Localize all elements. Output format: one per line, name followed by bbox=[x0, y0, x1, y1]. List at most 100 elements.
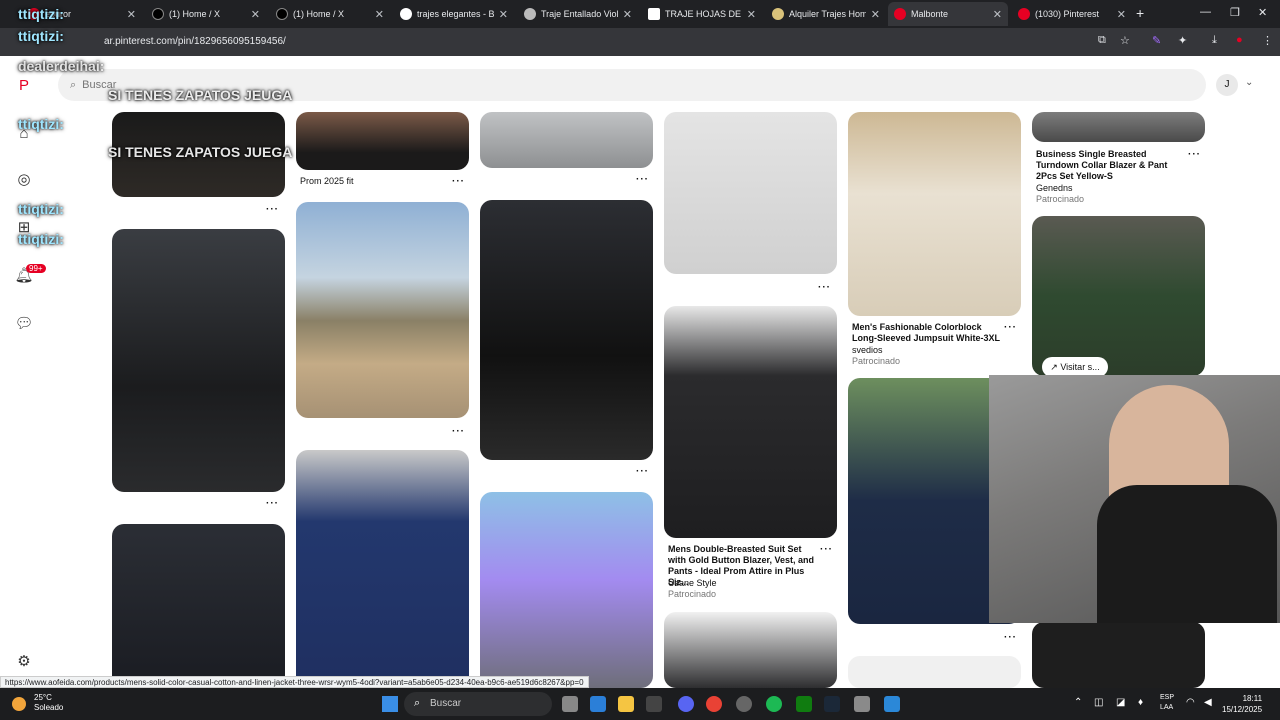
more-options-icon[interactable]: ··· bbox=[1188, 149, 1201, 160]
pin-seller[interactable]: Genedns bbox=[1036, 183, 1073, 193]
more-options-icon[interactable]: ··· bbox=[452, 176, 465, 187]
close-icon[interactable]: ✕ bbox=[499, 8, 508, 21]
taskbar-search[interactable]: Buscar bbox=[404, 692, 552, 716]
file-explorer-icon[interactable] bbox=[618, 696, 634, 712]
discord-icon[interactable] bbox=[678, 696, 694, 712]
edge-icon[interactable] bbox=[590, 696, 606, 712]
pin-image[interactable] bbox=[480, 200, 653, 460]
windows-taskbar: 25°C Soleado Buscar ⌕ ⌃ ◫ ◪ ♦ ESP LAA ◠ … bbox=[0, 688, 1280, 720]
microphone-icon[interactable]: ♦ bbox=[1138, 697, 1143, 708]
chevron-down-icon[interactable]: ⌄ bbox=[1245, 77, 1253, 88]
pin-seller[interactable]: svedios bbox=[852, 345, 883, 355]
windows-start-icon[interactable] bbox=[382, 696, 398, 712]
pin-image[interactable] bbox=[1032, 216, 1205, 376]
more-options-icon[interactable]: ··· bbox=[636, 174, 649, 185]
tab-5[interactable]: Traje Entallado Violet ✕ bbox=[518, 2, 638, 26]
download-icon[interactable]: ⤓ bbox=[1212, 34, 1217, 47]
pin-image[interactable] bbox=[296, 450, 469, 688]
settings-app-icon[interactable] bbox=[854, 696, 870, 712]
profile-icon[interactable]: ● bbox=[1236, 34, 1243, 46]
close-icon[interactable]: ✕ bbox=[871, 8, 880, 21]
extension-icon[interactable]: ✎ bbox=[1152, 34, 1161, 47]
more-options-icon[interactable]: ··· bbox=[820, 544, 833, 555]
maximize-icon[interactable]: ❐ bbox=[1230, 6, 1240, 19]
tab-label: Alquiler Trajes Homb bbox=[789, 9, 866, 19]
tab-2[interactable]: (1) Home / X ✕ bbox=[146, 2, 266, 26]
language-indicator[interactable]: ESP LAA bbox=[1160, 693, 1174, 713]
visit-site-button[interactable]: ↗ Visitar s... bbox=[1042, 357, 1108, 377]
app-icon[interactable] bbox=[884, 696, 900, 712]
extensions-puzzle-icon[interactable]: ✦ bbox=[1178, 34, 1187, 47]
app-tray-icon[interactable]: ◪ bbox=[1116, 697, 1125, 708]
pin-title[interactable]: Men's Fashionable Colorblock Long-Sleeve… bbox=[852, 322, 1004, 344]
close-icon[interactable]: ✕ bbox=[993, 8, 1002, 21]
bookmark-star-icon[interactable]: ☆ bbox=[1120, 34, 1130, 47]
xbox-icon[interactable] bbox=[796, 696, 812, 712]
chat-username: ttiqtizi: bbox=[18, 6, 64, 22]
obs-icon[interactable] bbox=[736, 696, 752, 712]
pin-image[interactable] bbox=[1032, 112, 1205, 142]
tab-4[interactable]: trajes elegantes - Bus ✕ bbox=[394, 2, 514, 26]
weather-widget[interactable]: 25°C Soleado bbox=[34, 693, 63, 713]
visit-label: Visitar s... bbox=[1060, 362, 1100, 372]
tray-chevron-icon[interactable]: ⌃ bbox=[1074, 697, 1082, 708]
settings-gear-icon[interactable]: ⚙ bbox=[14, 652, 34, 672]
lang-code: ESP bbox=[1160, 694, 1175, 701]
clock[interactable]: 18:11 15/12/2025 bbox=[1222, 693, 1262, 715]
pin-image[interactable] bbox=[664, 612, 837, 688]
pin-image[interactable] bbox=[848, 656, 1021, 688]
pin-image[interactable] bbox=[112, 229, 285, 492]
explore-icon[interactable]: ◎ bbox=[14, 170, 34, 190]
minimize-icon[interactable]: — bbox=[1200, 6, 1211, 18]
pin-seller[interactable]: Uzane Style bbox=[668, 578, 717, 588]
volume-icon[interactable]: ◀ bbox=[1204, 697, 1212, 708]
new-tab-button[interactable]: + bbox=[1136, 5, 1144, 21]
chrome-icon[interactable] bbox=[706, 696, 722, 712]
network-icon[interactable]: ◫ bbox=[1094, 697, 1103, 708]
pin-image[interactable] bbox=[664, 306, 837, 538]
close-icon[interactable]: ✕ bbox=[375, 8, 384, 21]
tab-3[interactable]: (1) Home / X ✕ bbox=[270, 2, 390, 26]
date: 15/12/2025 bbox=[1222, 705, 1263, 714]
wifi-icon[interactable]: ◠ bbox=[1186, 697, 1195, 708]
tab-malbonte[interactable]: Malbonte ✕ bbox=[888, 2, 1008, 26]
more-options-icon[interactable]: ··· bbox=[1004, 632, 1017, 643]
avatar[interactable]: J bbox=[1216, 74, 1238, 96]
more-options-icon[interactable]: ··· bbox=[818, 282, 831, 293]
pin-image[interactable] bbox=[480, 492, 653, 688]
url-field[interactable]: ar.pinterest.com/pin/1829656095159456/ bbox=[104, 33, 286, 51]
left-rail: P ⌂ ◎ ⊞ 🔔︎ 99+ 💬︎ ⚙ bbox=[0, 56, 48, 688]
pin-image[interactable] bbox=[112, 524, 285, 688]
tab-6[interactable]: TRAJE HOJAS DE MA ✕ bbox=[642, 2, 762, 26]
more-options-icon[interactable]: ··· bbox=[452, 426, 465, 437]
more-options-icon[interactable]: ··· bbox=[266, 204, 279, 215]
close-icon[interactable]: ✕ bbox=[1117, 8, 1126, 21]
pin-image[interactable] bbox=[296, 112, 469, 170]
pin-image[interactable] bbox=[296, 202, 469, 418]
close-icon[interactable]: ✕ bbox=[251, 8, 260, 21]
close-icon[interactable]: ✕ bbox=[127, 8, 136, 21]
pin-image[interactable] bbox=[480, 112, 653, 168]
close-icon[interactable]: ✕ bbox=[747, 8, 756, 21]
more-options-icon[interactable]: ··· bbox=[266, 498, 279, 509]
pin-title[interactable]: Business Single Breasted Turndown Collar… bbox=[1036, 149, 1188, 182]
spotify-icon[interactable] bbox=[766, 696, 782, 712]
task-view-icon[interactable] bbox=[562, 696, 578, 712]
close-window-icon[interactable]: ✕ bbox=[1258, 6, 1267, 19]
pin-image[interactable] bbox=[664, 112, 837, 274]
more-options-icon[interactable]: ··· bbox=[1004, 322, 1017, 333]
tab-7[interactable]: Alquiler Trajes Homb ✕ bbox=[766, 2, 886, 26]
close-icon[interactable]: ✕ bbox=[623, 8, 632, 21]
pin-image[interactable] bbox=[1032, 622, 1205, 688]
pinterest-logo-icon[interactable]: P bbox=[14, 76, 34, 96]
steam-icon[interactable] bbox=[824, 696, 840, 712]
more-options-icon[interactable]: ··· bbox=[636, 466, 649, 477]
tab-pinterest[interactable]: (1030) Pinterest ✕ bbox=[1012, 2, 1132, 26]
messages-icon[interactable]: 💬︎ bbox=[14, 314, 34, 334]
store-icon[interactable] bbox=[646, 696, 662, 712]
pin-caption: Prom 2025 fit bbox=[300, 176, 354, 186]
menu-icon[interactable]: ⋮ bbox=[1262, 34, 1273, 47]
pin-image[interactable] bbox=[848, 112, 1021, 316]
pinterest-icon bbox=[894, 8, 906, 20]
install-icon[interactable]: ⧉ bbox=[1098, 34, 1106, 47]
